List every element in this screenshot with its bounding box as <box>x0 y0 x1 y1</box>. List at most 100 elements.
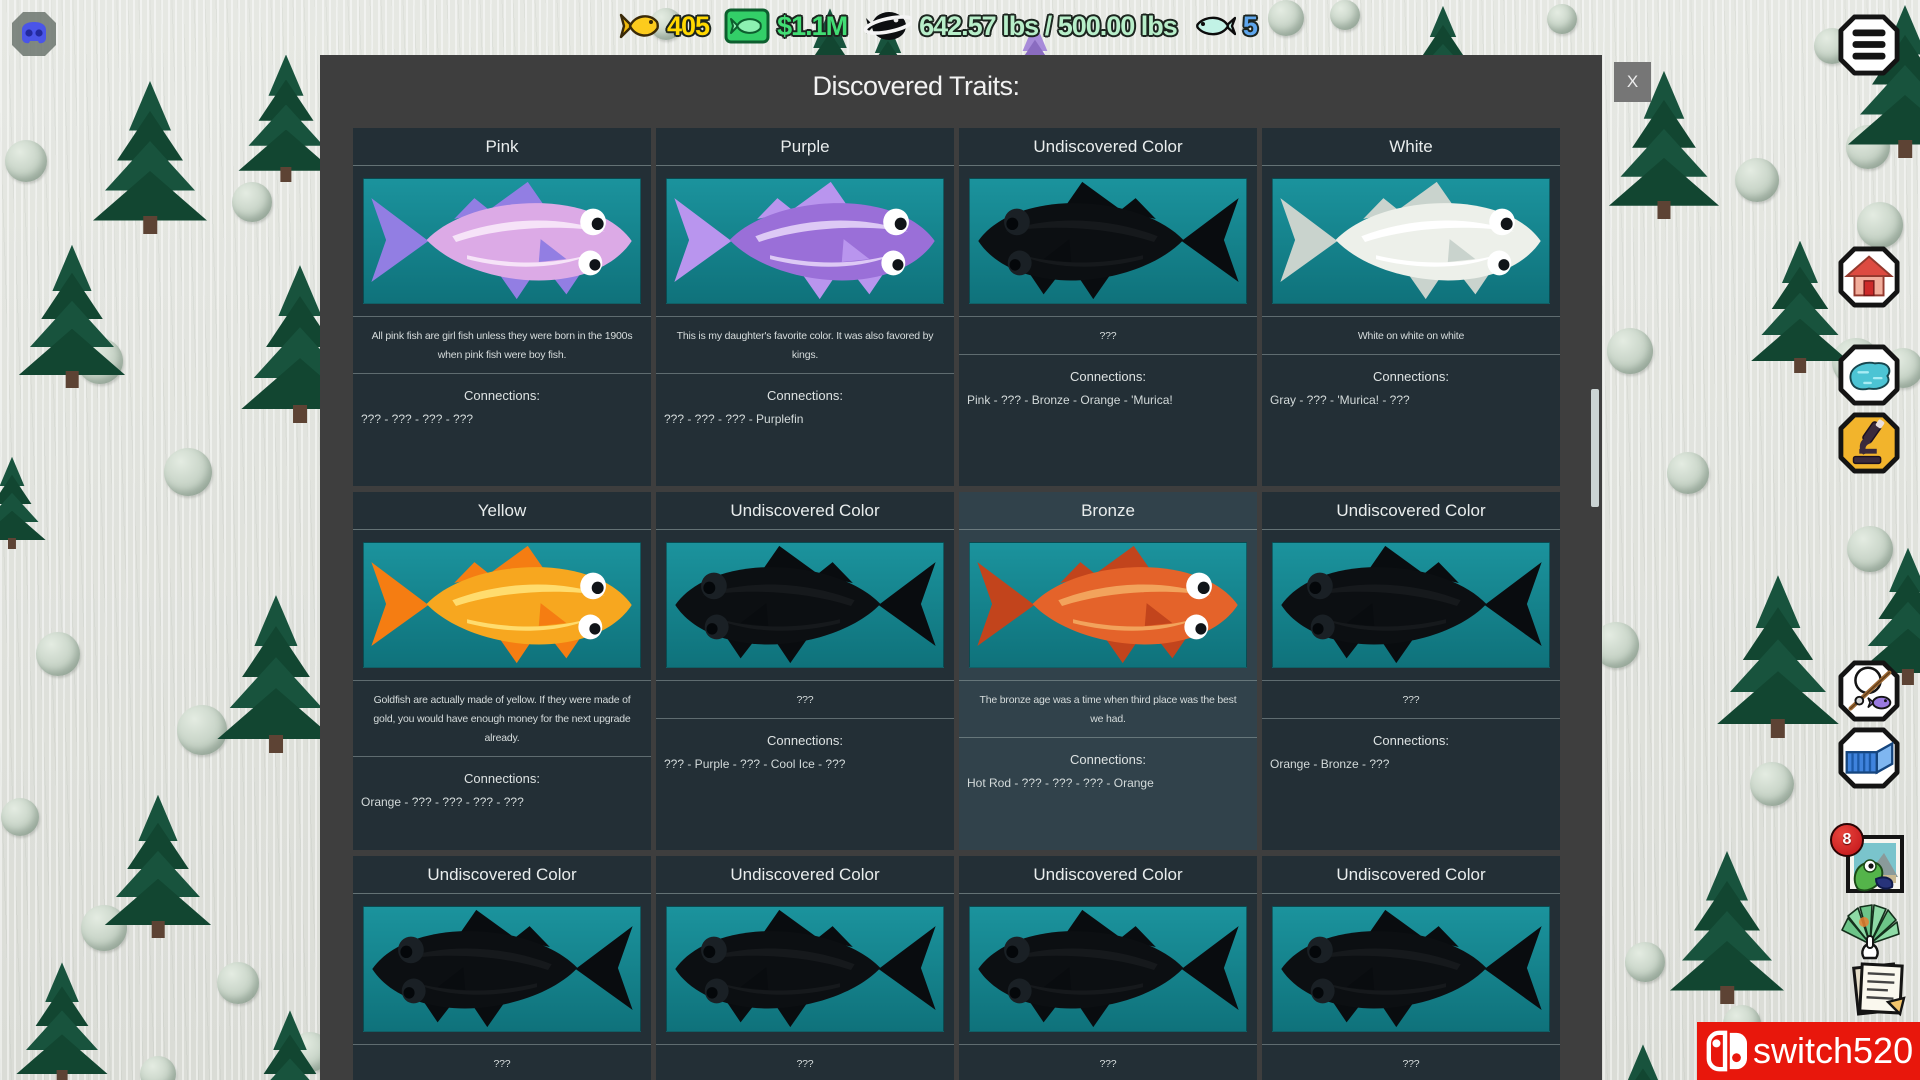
menu-button[interactable] <box>1838 14 1900 76</box>
trait-card[interactable]: Undiscovered Color ??? <box>656 492 954 850</box>
connections-list: ??? - ??? - ??? - ??? <box>361 412 643 426</box>
snowball <box>140 1056 176 1080</box>
trait-description: White on white on white <box>1275 327 1547 346</box>
connections-list: Orange - Bronze - ??? <box>1270 757 1552 771</box>
sidebar-item-pond[interactable] <box>1838 344 1900 406</box>
trait-card[interactable]: White White on white o <box>1262 128 1560 486</box>
trait-card[interactable]: Undiscovered Color ??? <box>959 128 1257 486</box>
connections-label: Connections: <box>656 733 954 748</box>
fish-image <box>1272 178 1550 304</box>
divider <box>656 373 954 374</box>
map-fan-icon <box>1838 900 1902 964</box>
pine-tree <box>93 78 207 228</box>
goldfish-count: 405 <box>667 11 709 42</box>
sidebar-item-map[interactable] <box>1838 900 1902 964</box>
sidebar-item-home[interactable] <box>1838 246 1900 308</box>
modal-title: Discovered Traits: <box>320 55 1602 102</box>
trait-name: Yellow <box>353 492 651 530</box>
fish-image <box>363 542 641 668</box>
trait-name: Purple <box>656 128 954 166</box>
pine-tree <box>1751 238 1850 368</box>
trait-card[interactable]: Undiscovered Color ??? <box>656 856 954 1080</box>
discovered-traits-modal: Discovered Traits: Pink <box>320 55 1602 1080</box>
trait-description: ??? <box>669 691 941 710</box>
pond-icon <box>1838 344 1900 406</box>
switch-logo-icon <box>1705 1028 1747 1074</box>
fish-illustration <box>364 179 640 303</box>
trait-card[interactable]: Yellow Goldfish are ac <box>353 492 651 850</box>
divider <box>959 316 1257 317</box>
trait-description: The bronze age was a time when third pla… <box>972 691 1244 729</box>
divider <box>656 316 954 317</box>
bait-counter: 5 <box>1192 11 1257 42</box>
connections-label: Connections: <box>1262 369 1560 384</box>
trait-card[interactable]: Pink All pink fish are <box>353 128 651 486</box>
watermark-text: switch520 <box>1753 1030 1913 1072</box>
pine-tree <box>105 792 211 932</box>
fish-image <box>1272 906 1550 1032</box>
snowball <box>164 448 212 496</box>
sidebar-item-postcards[interactable]: 8 <box>1840 831 1906 897</box>
connections-label: Connections: <box>353 771 651 786</box>
home-icon <box>1838 246 1900 308</box>
fish-illustration <box>970 543 1246 667</box>
pine-tree <box>1717 572 1839 732</box>
boat-weight-value: 642.57 lbs / 500.00 lbs <box>919 11 1177 42</box>
trait-description: ??? <box>1275 1055 1547 1074</box>
trait-card[interactable]: Undiscovered Color ??? <box>1262 492 1560 850</box>
snowball <box>217 962 259 1004</box>
pine-tree <box>0 455 46 545</box>
trait-description: All pink fish are girl fish unless they … <box>366 327 638 365</box>
fish-illustration <box>364 907 640 1031</box>
bait-fish-icon <box>1192 11 1236 41</box>
postcards-badge: 8 <box>1830 823 1864 857</box>
trait-card[interactable]: Bronze The bronze age <box>959 492 1257 850</box>
close-button[interactable]: X <box>1614 62 1651 102</box>
fish-pen-icon <box>1838 727 1900 789</box>
snowball <box>1268 0 1304 36</box>
connections-label: Connections: <box>353 388 651 403</box>
snowball <box>1667 452 1709 494</box>
sidebar-item-fishing-rod[interactable] <box>1838 660 1900 722</box>
trait-name: Undiscovered Color <box>656 856 954 894</box>
fish-illustration <box>1273 907 1549 1031</box>
money-counter: $1.1M <box>724 8 847 44</box>
fish-illustration <box>364 543 640 667</box>
divider <box>1262 1044 1560 1045</box>
discord-icon <box>10 10 58 58</box>
journal-icon <box>1848 958 1908 1018</box>
trait-card[interactable]: Undiscovered Color ??? <box>959 856 1257 1080</box>
connections-label: Connections: <box>959 369 1257 384</box>
divider <box>1262 316 1560 317</box>
sidebar-item-journal[interactable] <box>1848 958 1908 1018</box>
connections-list: Gray - ??? - 'Murica! - ??? <box>1270 393 1552 407</box>
discord-button[interactable] <box>10 10 58 58</box>
trait-name: Undiscovered Color <box>959 128 1257 166</box>
snowball <box>1607 328 1653 374</box>
fish-illustration <box>667 179 943 303</box>
modal-scrollbar[interactable] <box>1591 389 1599 507</box>
divider <box>353 373 651 374</box>
divider <box>353 1044 651 1045</box>
money-amount: $1.1M <box>777 11 847 42</box>
trait-description: ??? <box>366 1055 638 1074</box>
sidebar-item-microscope[interactable] <box>1838 412 1900 474</box>
snowball <box>1547 4 1577 34</box>
trait-card[interactable]: Purple This is my daug <box>656 128 954 486</box>
connections-list: ??? - ??? - ??? - Purplefin <box>664 412 946 426</box>
snowball <box>1625 942 1665 982</box>
sidebar-item-fish-pen[interactable] <box>1838 727 1900 789</box>
divider <box>959 1044 1257 1045</box>
fish-image <box>969 178 1247 304</box>
snowball <box>1857 202 1903 248</box>
microscope-icon <box>1838 412 1900 474</box>
snowball <box>5 140 47 182</box>
trait-name: White <box>1262 128 1560 166</box>
trait-name: Undiscovered Color <box>1262 856 1560 894</box>
fish-illustration <box>667 543 943 667</box>
trait-grid: Pink All pink fish are <box>353 128 1560 1080</box>
trait-description: ??? <box>972 327 1244 346</box>
trait-card[interactable]: Undiscovered Color ??? <box>353 856 651 1080</box>
goldfish-counter: 405 <box>618 9 709 43</box>
trait-card[interactable]: Undiscovered Color ??? <box>1262 856 1560 1080</box>
